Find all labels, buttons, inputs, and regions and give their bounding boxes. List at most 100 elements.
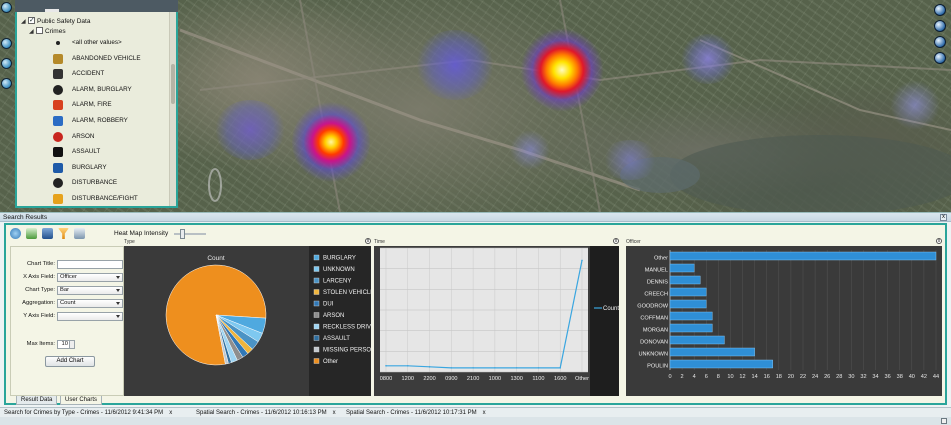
bar[interactable]: [669, 299, 707, 309]
root-checkbox[interactable]: [28, 15, 35, 26]
measure-icon[interactable]: [934, 36, 946, 48]
data-point[interactable]: [559, 367, 562, 369]
bar[interactable]: [669, 323, 713, 333]
zoom-out-icon[interactable]: [1, 58, 12, 69]
map-view[interactable]: ◢Public Safety Data ◢Crimes <all other v…: [0, 0, 951, 212]
x-tick-label: 1100: [532, 376, 544, 382]
export-icon[interactable]: [74, 228, 85, 239]
x-tick-label: 30: [848, 374, 854, 380]
collapse-icon[interactable]: ◢: [21, 17, 28, 28]
spinner-icon[interactable]: [69, 341, 74, 348]
tab-result-data[interactable]: Result Data: [16, 396, 58, 405]
max-items-stepper[interactable]: 10: [57, 340, 75, 349]
legend-item-label: <all other values>: [72, 39, 122, 46]
resize-grip-icon[interactable]: [941, 418, 947, 424]
max-items-value: 10: [61, 341, 68, 347]
x-tick-label: 36: [885, 374, 891, 380]
x-tick-label: 28: [836, 374, 842, 380]
data-point[interactable]: [406, 365, 409, 367]
bar[interactable]: [669, 335, 725, 345]
chart-settings-form: Chart Title: X Axis Field: Officer Chart…: [10, 246, 124, 396]
aggregation-select[interactable]: Count: [57, 299, 123, 308]
refresh-icon[interactable]: [10, 228, 21, 239]
robbery-icon: [53, 116, 63, 126]
legend-item-label: DISTURBANCE/FIGHT: [72, 195, 138, 202]
chart-title-input[interactable]: [57, 260, 123, 269]
y-axis-select[interactable]: [57, 312, 123, 321]
x-tick-label: 34: [872, 374, 878, 380]
x-tick-label: 20: [788, 374, 794, 380]
bar[interactable]: [669, 347, 755, 357]
x-tick-label: 8: [717, 374, 720, 380]
legend-root-label: Public Safety Data: [37, 18, 91, 25]
legend-item-label: ACCIDENT: [72, 70, 105, 78]
bar[interactable]: [669, 251, 937, 261]
close-icon[interactable]: x: [940, 214, 947, 221]
data-point[interactable]: [494, 367, 496, 369]
chart-type-select[interactable]: Bar: [57, 286, 123, 295]
full-extent-icon[interactable]: [1, 78, 12, 89]
x-tick-label: 10: [727, 374, 733, 380]
legend-swatch: [313, 346, 320, 353]
x-tick-label: 2200: [423, 376, 435, 382]
info-icon[interactable]: [934, 20, 946, 32]
y-category-label: DONOVAN: [640, 339, 668, 345]
search-tab-label: Spatial Search - Crimes - 11/6/2012 10:1…: [346, 410, 477, 416]
pan-up-icon[interactable]: [1, 2, 12, 13]
x-axis-select[interactable]: Officer: [57, 273, 123, 282]
bar[interactable]: [669, 263, 695, 273]
y-category-label: UNKNOWN: [638, 351, 668, 357]
x-tick-label: 40: [909, 374, 915, 380]
pie-legend-label: UNKNOWN: [323, 267, 355, 273]
collapse-icon[interactable]: ◢: [29, 27, 36, 38]
legend-scrollbar[interactable]: [169, 12, 176, 206]
x-tick-label: 16: [764, 374, 770, 380]
x-tick-label: 4: [693, 374, 696, 380]
x-tick-label: 1200: [402, 376, 414, 382]
bar[interactable]: [669, 287, 707, 297]
layers-icon[interactable]: [934, 4, 946, 16]
legend-item-label: ARSON: [72, 132, 95, 140]
add-chart-button[interactable]: Add Chart: [45, 356, 95, 367]
x-tick-label: 2100: [467, 376, 479, 382]
legend-swatch: [313, 254, 320, 261]
heat-map-slider[interactable]: [174, 229, 206, 239]
x-tick-label: 32: [860, 374, 866, 380]
tab-user-charts[interactable]: User Charts: [60, 396, 103, 405]
legend-layer-row[interactable]: ◢ Crimes: [29, 26, 66, 37]
filter-icon[interactable]: [58, 228, 69, 239]
results-toolbar: Heat Map Intensity: [10, 228, 310, 240]
save-icon[interactable]: [42, 228, 53, 239]
bar[interactable]: [669, 359, 773, 369]
bar[interactable]: [669, 311, 713, 321]
flame-icon: [53, 131, 63, 142]
bar[interactable]: [669, 275, 701, 285]
alarm-icon: [53, 84, 63, 95]
close-chart-icon[interactable]: x: [365, 238, 371, 244]
zoom-in-icon[interactable]: [1, 38, 12, 49]
heat-map-slider-thumb[interactable]: [180, 229, 186, 239]
zoom-to-icon[interactable]: [26, 228, 37, 239]
data-point[interactable]: [581, 259, 583, 262]
x-tick-label: 1300: [510, 376, 522, 382]
data-point[interactable]: [537, 367, 540, 369]
x-tick-label: Other: [575, 376, 589, 382]
dropdown-arrow-icon: [116, 302, 120, 305]
data-point[interactable]: [428, 366, 431, 368]
data-point[interactable]: [385, 365, 387, 367]
x-tick-label: 6: [705, 374, 708, 380]
compass-icon[interactable]: [934, 52, 946, 64]
x-tick-label: 44: [933, 374, 939, 380]
legend-item-label: ASSAULT: [72, 148, 101, 156]
data-point[interactable]: [450, 367, 453, 369]
pie-legend-label: ASSAULT: [323, 336, 350, 342]
data-point[interactable]: [472, 367, 474, 369]
legend-scroll-thumb[interactable]: [171, 64, 175, 104]
y-category-label: COFFMAN: [640, 315, 668, 321]
close-chart-icon[interactable]: x: [936, 238, 942, 244]
officer-chart-tag: Officer: [626, 239, 641, 245]
layer-checkbox[interactable]: [36, 27, 43, 34]
data-point[interactable]: [515, 367, 518, 369]
close-chart-icon[interactable]: x: [613, 238, 619, 244]
search-tab-label: Spatial Search - Crimes - 11/6/2012 10:1…: [196, 410, 327, 416]
